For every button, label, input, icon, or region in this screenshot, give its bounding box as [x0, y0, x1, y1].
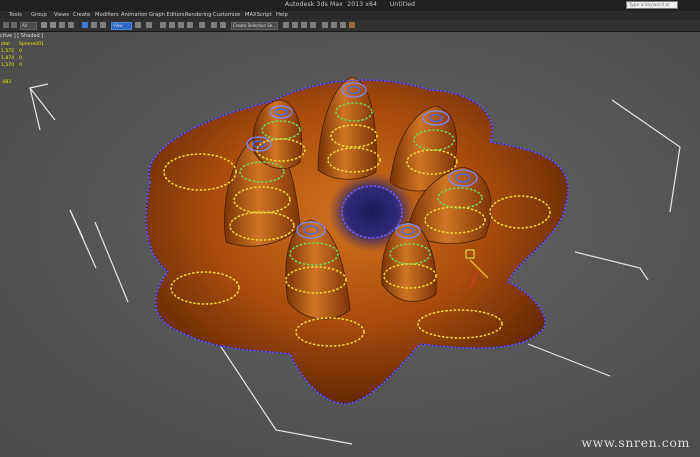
unlink-icon[interactable]	[11, 22, 17, 28]
menu-help[interactable]: Help	[276, 12, 288, 18]
spinner-snap-icon[interactable]	[187, 22, 193, 28]
graphite-ribbon-icon[interactable]	[292, 22, 298, 28]
fps-readout: .083	[1, 80, 12, 85]
edit-named-selection-icon[interactable]	[199, 22, 205, 28]
align-icon[interactable]	[220, 22, 226, 28]
stats-row-a: 1,572	[1, 49, 15, 54]
watermark: www.snren.com	[581, 435, 690, 450]
menu-group[interactable]: Group	[31, 12, 47, 18]
stats-row-b: 0	[19, 49, 22, 54]
reference-coordinate-dropdown[interactable]: View	[111, 22, 132, 30]
select-by-name-icon[interactable]	[50, 22, 56, 28]
scale-icon[interactable]	[100, 22, 106, 28]
angle-snap-icon[interactable]	[169, 22, 175, 28]
move-icon[interactable]	[82, 22, 88, 28]
stats-row-a: 1,570	[1, 63, 15, 68]
rotate-icon[interactable]	[91, 22, 97, 28]
schematic-view-icon[interactable]	[310, 22, 316, 28]
stats-row-a: 1,874	[1, 56, 15, 61]
viewport-scene	[29, 76, 681, 445]
snap-icon[interactable]	[160, 22, 166, 28]
menu-customize[interactable]: Customize	[213, 12, 240, 18]
menu-animation[interactable]: Animation	[121, 12, 147, 18]
render-setup-icon[interactable]	[331, 22, 337, 28]
menu-tools[interactable]: Tools	[9, 12, 22, 18]
stats-row-b: 0	[19, 63, 22, 68]
menu-create[interactable]: Create	[73, 12, 90, 18]
curve-editor-icon[interactable]	[301, 22, 307, 28]
stats-col1-header: otal	[1, 42, 10, 47]
material-editor-icon[interactable]	[322, 22, 328, 28]
select-manipulate-icon[interactable]	[146, 22, 152, 28]
menu-maxscript[interactable]: MAXScript	[245, 12, 272, 18]
select-region-icon[interactable]	[59, 22, 65, 28]
stats-row-b: 0	[19, 56, 22, 61]
search-input[interactable]: Type a keyword or phrase	[626, 1, 678, 16]
pivot-center-icon[interactable]	[135, 22, 141, 28]
menu-rendering[interactable]: Rendering	[185, 12, 212, 18]
title-bar: Autodesk 3ds Max 2013 x64 Untitled Type …	[0, 0, 700, 17]
menu-views[interactable]: Views	[54, 12, 69, 18]
mirror-icon[interactable]	[211, 22, 217, 28]
percent-snap-icon[interactable]	[178, 22, 184, 28]
window-title: Autodesk 3ds Max 2013 x64 Untitled	[284, 1, 416, 8]
menu-modifiers[interactable]: Modifiers	[95, 12, 119, 18]
select-object-icon[interactable]	[41, 22, 47, 28]
menu-graph-editors[interactable]: Graph Editors	[149, 12, 185, 18]
menu-bar: Tools Group Views Create Modifiers Anima…	[0, 11, 700, 20]
render-frame-icon[interactable]	[340, 22, 346, 28]
viewport-label[interactable]: ctive ] [ Shaded ]	[0, 33, 43, 39]
window-controls	[682, 1, 698, 16]
render-icon[interactable]	[349, 22, 355, 28]
layer-manager-icon[interactable]	[283, 22, 289, 28]
named-selection-dropdown[interactable]: Create Selection Se...	[231, 22, 278, 30]
stats-col2-header: Sphere001	[19, 42, 44, 47]
main-toolbar: All View Create Selection Se...	[0, 20, 700, 32]
selection-filter-dropdown[interactable]: All	[20, 22, 37, 30]
select-link-icon[interactable]	[3, 22, 9, 28]
window-crossing-icon[interactable]	[68, 22, 74, 28]
